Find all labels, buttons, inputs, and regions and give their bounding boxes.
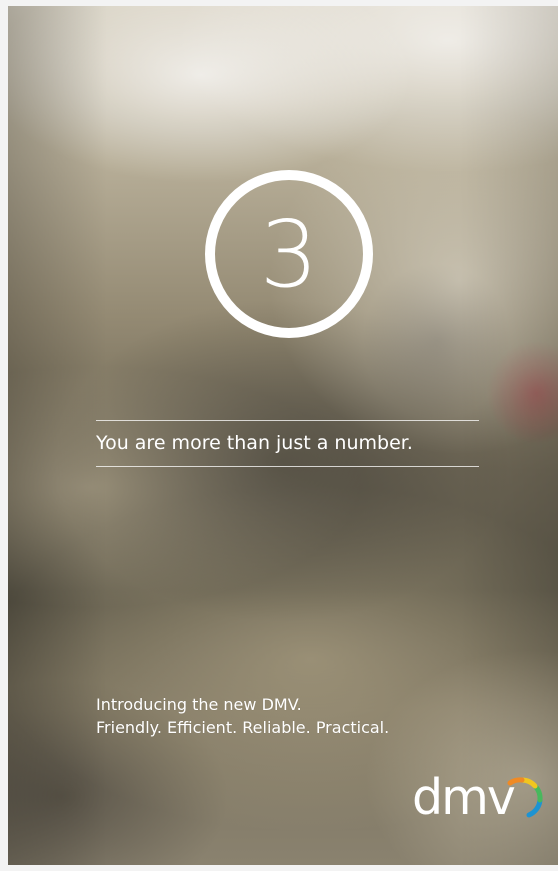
queue-number: 3 — [259, 201, 319, 308]
intro-line-1: Introducing the new DMV. — [96, 695, 302, 714]
tagline-top-rule — [96, 420, 479, 421]
tagline-bottom-rule — [96, 466, 479, 467]
dmv-poster: 3 You are more than just a number. Intro… — [8, 6, 558, 865]
logo-arc-blue — [526, 797, 543, 818]
dmv-logo-arc-icon — [507, 777, 543, 818]
dmv-logo: dmv — [412, 767, 543, 829]
intro-line-2: Friendly. Efficient. Reliable. Practical… — [96, 718, 390, 737]
logo-arc-orange — [507, 777, 525, 786]
screenshot-frame: 3 You are more than just a number. Intro… — [0, 0, 558, 871]
tagline-text: You are more than just a number. — [96, 432, 413, 454]
